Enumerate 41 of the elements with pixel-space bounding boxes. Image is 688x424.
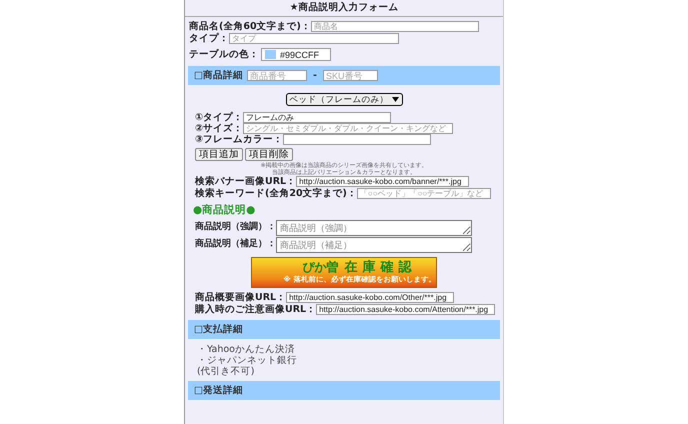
item-field[interactable]: フレームのみ xyxy=(243,112,392,123)
separator: - xyxy=(312,70,317,81)
payment-method: ・ジャパンネット銀行 xyxy=(196,355,298,366)
field-label: ③フレームカラー： xyxy=(195,134,284,145)
color-field[interactable]: #99CCFF xyxy=(261,48,331,61)
section-title: □支払詳細 xyxy=(194,323,243,336)
field-label: 商品説明（強調）： xyxy=(195,220,276,233)
section-heading: ●商品説明● xyxy=(192,203,256,217)
field-label: 検索キーワード(全角20文字まで)： xyxy=(195,188,357,199)
keyword-field[interactable]: 「○○ベッド」「○○テーブル」など xyxy=(356,188,491,199)
type-field[interactable]: タイプ xyxy=(229,33,399,44)
field-label: ②サイズ： xyxy=(195,123,244,134)
field-label: 商品説明（補足）： xyxy=(195,237,276,250)
item-button[interactable]: 項目削除 xyxy=(245,148,293,161)
form-title: ★商品説明入力フォーム xyxy=(185,0,503,17)
banner-title: 在庫確認 xyxy=(344,260,417,275)
item-field[interactable] xyxy=(283,134,432,145)
field-label: 購入時のご注意画像URL： xyxy=(195,304,316,315)
description-field[interactable]: 商品説明（強調） xyxy=(276,220,472,236)
item-field[interactable]: シングル・セミダブル・ダブル・クイーン・キングなど xyxy=(243,123,454,134)
field-label: 検索バナー画像URL： xyxy=(195,176,296,187)
caret-icon xyxy=(392,97,398,102)
field-label: タイプ： xyxy=(189,33,229,44)
image-url-field[interactable]: http://auction.sasuke-kobo.com/Attention/***.jpg xyxy=(316,304,496,315)
product-name-field[interactable]: 商品名 xyxy=(310,21,479,32)
field-label: 商品名(全角60文字まで)： xyxy=(189,21,311,32)
field-label: ①タイプ： xyxy=(195,112,244,123)
payment-method: (代引き不可) xyxy=(196,366,256,377)
description-field[interactable]: 商品説明（補足） xyxy=(276,237,472,253)
category-dropdown[interactable]: ベッド（フレームのみ） xyxy=(286,93,402,106)
field-label: 商品概要画像URL： xyxy=(195,292,286,303)
section-title: □発送詳細 xyxy=(194,384,243,397)
product-number-field[interactable]: 商品番号 xyxy=(246,70,307,81)
payment-method: ・Yahooかんたん決済 xyxy=(196,344,296,355)
section-title: □商品詳細 xyxy=(194,69,243,82)
image-url-field[interactable]: http://auction.sasuke-kobo.com/Other/***.jpg xyxy=(286,292,454,303)
item-button[interactable]: 項目追加 xyxy=(195,148,243,161)
banner-url-field[interactable]: http://auction.sasuke-kobo.com/banner/***.jpg xyxy=(296,176,470,187)
field-label: テーブルの色： xyxy=(189,48,259,61)
sku-field[interactable]: SKU番号 xyxy=(322,70,378,81)
banner-brand: ぴか曽 xyxy=(302,261,339,274)
